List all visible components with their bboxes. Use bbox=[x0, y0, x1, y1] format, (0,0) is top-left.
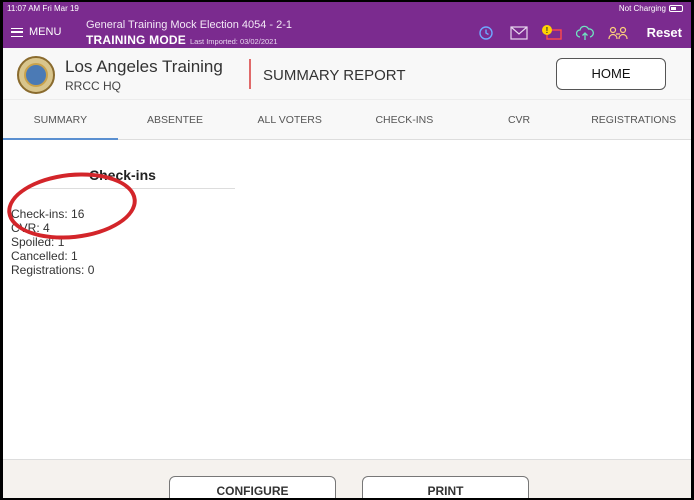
stat-registrations: Registrations: 0 bbox=[11, 263, 95, 277]
org-name: Los Angeles Training bbox=[65, 57, 223, 76]
users-icon[interactable] bbox=[607, 24, 629, 42]
stat-check-ins: Check-ins: 16 bbox=[11, 207, 85, 221]
stat-cvr: CVR: 4 bbox=[11, 221, 50, 235]
tab-registrations[interactable]: REGISTRATIONS bbox=[576, 100, 691, 139]
cloud-upload-icon[interactable] bbox=[574, 24, 596, 42]
charging-text: Not Charging bbox=[618, 4, 666, 13]
last-imported: Last Imported: 03/02/2021 bbox=[189, 37, 278, 46]
mail-icon[interactable] bbox=[508, 24, 530, 42]
stat-cancelled: Cancelled: 1 bbox=[11, 249, 78, 263]
tab-absentee[interactable]: ABSENTEE bbox=[118, 100, 233, 139]
reset-button[interactable]: Reset bbox=[647, 25, 682, 40]
footer-bar: CONFIGURE PRINT bbox=[3, 459, 691, 498]
status-charging: Not Charging bbox=[619, 4, 683, 13]
top-bar: 11:07 AM Fri Mar 19 Not Charging MENU Ge… bbox=[3, 2, 691, 48]
svg-text:!: ! bbox=[546, 26, 549, 35]
top-icons: ! bbox=[475, 24, 629, 42]
org-location: RRCC HQ bbox=[65, 79, 121, 93]
tab-summary[interactable]: SUMMARY bbox=[3, 100, 118, 140]
status-time: 11:07 AM Fri Mar 19 bbox=[7, 4, 79, 13]
section-title: Check-ins bbox=[89, 167, 156, 183]
home-button[interactable]: HOME bbox=[556, 58, 666, 90]
menu-button[interactable]: MENU bbox=[11, 26, 61, 38]
header-divider bbox=[249, 59, 251, 89]
header: Los Angeles Training RRCC HQ SUMMARY REP… bbox=[3, 48, 691, 100]
section-divider bbox=[27, 188, 235, 189]
menu-label: MENU bbox=[29, 26, 62, 38]
training-mode-label: TRAINING MODE bbox=[86, 33, 186, 47]
tab-cvr[interactable]: CVR bbox=[462, 100, 577, 139]
history-icon[interactable] bbox=[475, 24, 497, 42]
report-tabs: SUMMARY ABSENTEE ALL VOTERS CHECK-INS CV… bbox=[3, 100, 691, 140]
print-button[interactable]: PRINT bbox=[362, 476, 529, 498]
mode-line: TRAINING MODE Last Imported: 03/02/2021 bbox=[86, 33, 278, 47]
alert-printer-icon[interactable]: ! bbox=[541, 24, 563, 42]
stat-spoiled: Spoiled: 1 bbox=[11, 235, 65, 249]
stats-list: Check-ins: 16 CVR: 4 Spoiled: 1 Cancelle… bbox=[11, 207, 94, 277]
seal-center bbox=[24, 63, 48, 87]
election-name: General Training Mock Election 4054 - 2-… bbox=[86, 19, 293, 31]
tab-all-voters[interactable]: ALL VOTERS bbox=[232, 100, 347, 139]
page-title: SUMMARY REPORT bbox=[263, 67, 406, 84]
hamburger-icon bbox=[11, 27, 23, 37]
summary-content: Check-ins Check-ins: 16 CVR: 4 Spoiled: … bbox=[3, 141, 691, 459]
battery-icon bbox=[669, 5, 683, 12]
tab-check-ins[interactable]: CHECK-INS bbox=[347, 100, 462, 139]
app-frame: 11:07 AM Fri Mar 19 Not Charging MENU Ge… bbox=[3, 2, 691, 498]
configure-button[interactable]: CONFIGURE bbox=[169, 476, 336, 498]
county-seal-logo bbox=[17, 56, 55, 94]
